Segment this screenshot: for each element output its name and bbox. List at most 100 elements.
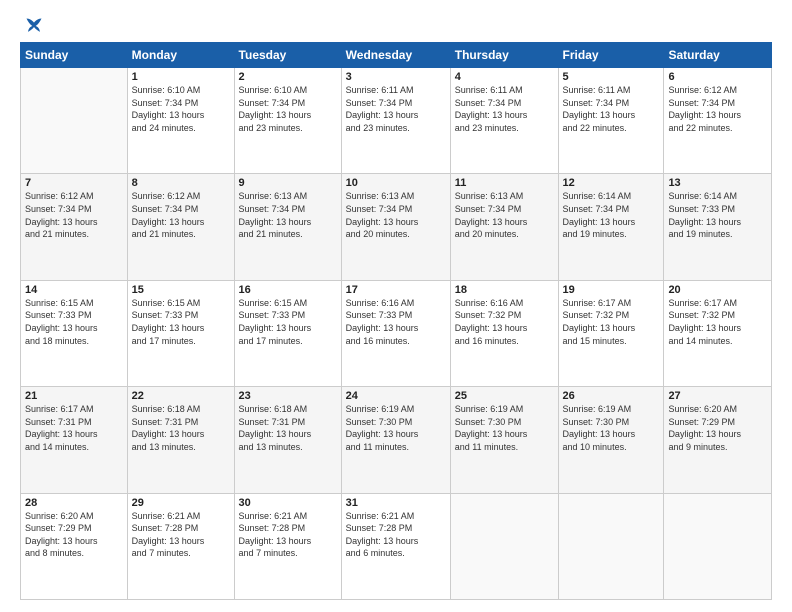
day-info: Sunrise: 6:15 AM Sunset: 7:33 PM Dayligh…	[132, 297, 230, 347]
day-info: Sunrise: 6:12 AM Sunset: 7:34 PM Dayligh…	[132, 190, 230, 240]
day-number: 1	[132, 71, 230, 83]
day-number: 14	[25, 284, 123, 296]
calendar-cell: 30Sunrise: 6:21 AM Sunset: 7:28 PM Dayli…	[234, 493, 341, 599]
day-number: 6	[668, 71, 767, 83]
day-info: Sunrise: 6:16 AM Sunset: 7:32 PM Dayligh…	[455, 297, 554, 347]
day-info: Sunrise: 6:11 AM Sunset: 7:34 PM Dayligh…	[455, 84, 554, 134]
page: SundayMondayTuesdayWednesdayThursdayFrid…	[0, 0, 792, 612]
calendar-cell: 5Sunrise: 6:11 AM Sunset: 7:34 PM Daylig…	[558, 68, 664, 174]
day-number: 9	[239, 177, 337, 189]
day-number: 3	[346, 71, 446, 83]
calendar-cell: 22Sunrise: 6:18 AM Sunset: 7:31 PM Dayli…	[127, 387, 234, 493]
day-info: Sunrise: 6:12 AM Sunset: 7:34 PM Dayligh…	[668, 84, 767, 134]
day-info: Sunrise: 6:13 AM Sunset: 7:34 PM Dayligh…	[455, 190, 554, 240]
day-info: Sunrise: 6:16 AM Sunset: 7:33 PM Dayligh…	[346, 297, 446, 347]
calendar-cell: 7Sunrise: 6:12 AM Sunset: 7:34 PM Daylig…	[21, 174, 128, 280]
day-number: 21	[25, 390, 123, 402]
calendar-cell: 26Sunrise: 6:19 AM Sunset: 7:30 PM Dayli…	[558, 387, 664, 493]
day-number: 22	[132, 390, 230, 402]
calendar-cell: 23Sunrise: 6:18 AM Sunset: 7:31 PM Dayli…	[234, 387, 341, 493]
day-info: Sunrise: 6:17 AM Sunset: 7:32 PM Dayligh…	[668, 297, 767, 347]
weekday-header-friday: Friday	[558, 43, 664, 68]
calendar-cell	[450, 493, 558, 599]
calendar-week-row: 28Sunrise: 6:20 AM Sunset: 7:29 PM Dayli…	[21, 493, 772, 599]
calendar-cell: 28Sunrise: 6:20 AM Sunset: 7:29 PM Dayli…	[21, 493, 128, 599]
day-info: Sunrise: 6:21 AM Sunset: 7:28 PM Dayligh…	[346, 510, 446, 560]
day-number: 20	[668, 284, 767, 296]
day-number: 23	[239, 390, 337, 402]
calendar-cell: 15Sunrise: 6:15 AM Sunset: 7:33 PM Dayli…	[127, 280, 234, 386]
day-info: Sunrise: 6:18 AM Sunset: 7:31 PM Dayligh…	[132, 403, 230, 453]
calendar-cell: 10Sunrise: 6:13 AM Sunset: 7:34 PM Dayli…	[341, 174, 450, 280]
day-number: 28	[25, 497, 123, 509]
day-number: 27	[668, 390, 767, 402]
day-info: Sunrise: 6:11 AM Sunset: 7:34 PM Dayligh…	[563, 84, 660, 134]
day-info: Sunrise: 6:14 AM Sunset: 7:34 PM Dayligh…	[563, 190, 660, 240]
calendar-week-row: 21Sunrise: 6:17 AM Sunset: 7:31 PM Dayli…	[21, 387, 772, 493]
calendar-cell: 16Sunrise: 6:15 AM Sunset: 7:33 PM Dayli…	[234, 280, 341, 386]
calendar-cell: 13Sunrise: 6:14 AM Sunset: 7:33 PM Dayli…	[664, 174, 772, 280]
calendar-cell: 21Sunrise: 6:17 AM Sunset: 7:31 PM Dayli…	[21, 387, 128, 493]
calendar-cell: 17Sunrise: 6:16 AM Sunset: 7:33 PM Dayli…	[341, 280, 450, 386]
day-info: Sunrise: 6:17 AM Sunset: 7:32 PM Dayligh…	[563, 297, 660, 347]
day-number: 11	[455, 177, 554, 189]
calendar-cell: 9Sunrise: 6:13 AM Sunset: 7:34 PM Daylig…	[234, 174, 341, 280]
calendar-week-row: 7Sunrise: 6:12 AM Sunset: 7:34 PM Daylig…	[21, 174, 772, 280]
day-number: 10	[346, 177, 446, 189]
day-info: Sunrise: 6:14 AM Sunset: 7:33 PM Dayligh…	[668, 190, 767, 240]
day-info: Sunrise: 6:18 AM Sunset: 7:31 PM Dayligh…	[239, 403, 337, 453]
day-info: Sunrise: 6:21 AM Sunset: 7:28 PM Dayligh…	[132, 510, 230, 560]
weekday-header-saturday: Saturday	[664, 43, 772, 68]
calendar-cell: 19Sunrise: 6:17 AM Sunset: 7:32 PM Dayli…	[558, 280, 664, 386]
day-number: 16	[239, 284, 337, 296]
day-info: Sunrise: 6:19 AM Sunset: 7:30 PM Dayligh…	[563, 403, 660, 453]
weekday-header-thursday: Thursday	[450, 43, 558, 68]
calendar-week-row: 1Sunrise: 6:10 AM Sunset: 7:34 PM Daylig…	[21, 68, 772, 174]
day-number: 29	[132, 497, 230, 509]
day-number: 12	[563, 177, 660, 189]
calendar-cell	[21, 68, 128, 174]
day-number: 7	[25, 177, 123, 189]
day-info: Sunrise: 6:11 AM Sunset: 7:34 PM Dayligh…	[346, 84, 446, 134]
calendar-cell: 8Sunrise: 6:12 AM Sunset: 7:34 PM Daylig…	[127, 174, 234, 280]
calendar-cell: 27Sunrise: 6:20 AM Sunset: 7:29 PM Dayli…	[664, 387, 772, 493]
calendar-cell	[558, 493, 664, 599]
day-info: Sunrise: 6:10 AM Sunset: 7:34 PM Dayligh…	[132, 84, 230, 134]
day-number: 2	[239, 71, 337, 83]
calendar-cell: 29Sunrise: 6:21 AM Sunset: 7:28 PM Dayli…	[127, 493, 234, 599]
weekday-header-sunday: Sunday	[21, 43, 128, 68]
day-number: 18	[455, 284, 554, 296]
calendar-cell: 3Sunrise: 6:11 AM Sunset: 7:34 PM Daylig…	[341, 68, 450, 174]
logo	[20, 16, 44, 32]
day-number: 24	[346, 390, 446, 402]
weekday-header-monday: Monday	[127, 43, 234, 68]
calendar-cell: 25Sunrise: 6:19 AM Sunset: 7:30 PM Dayli…	[450, 387, 558, 493]
calendar-cell: 18Sunrise: 6:16 AM Sunset: 7:32 PM Dayli…	[450, 280, 558, 386]
day-info: Sunrise: 6:20 AM Sunset: 7:29 PM Dayligh…	[668, 403, 767, 453]
calendar-cell: 4Sunrise: 6:11 AM Sunset: 7:34 PM Daylig…	[450, 68, 558, 174]
day-number: 31	[346, 497, 446, 509]
calendar-cell: 12Sunrise: 6:14 AM Sunset: 7:34 PM Dayli…	[558, 174, 664, 280]
calendar-cell: 31Sunrise: 6:21 AM Sunset: 7:28 PM Dayli…	[341, 493, 450, 599]
calendar-cell: 24Sunrise: 6:19 AM Sunset: 7:30 PM Dayli…	[341, 387, 450, 493]
day-number: 26	[563, 390, 660, 402]
calendar-cell	[664, 493, 772, 599]
day-number: 8	[132, 177, 230, 189]
calendar-week-row: 14 Sunrise: 6:15 AM Sunset: 7:33 PM Dayli…	[21, 280, 772, 386]
day-number: 30	[239, 497, 337, 509]
day-info: Sunrise: 6:15 AM Sunset: 7:33 PM Dayligh…	[239, 297, 337, 347]
calendar-cell: 1Sunrise: 6:10 AM Sunset: 7:34 PM Daylig…	[127, 68, 234, 174]
calendar-table: SundayMondayTuesdayWednesdayThursdayFrid…	[20, 42, 772, 600]
day-number: 19	[563, 284, 660, 296]
calendar-cell: 6Sunrise: 6:12 AM Sunset: 7:34 PM Daylig…	[664, 68, 772, 174]
day-number: 17	[346, 284, 446, 296]
day-info: Sunrise: 6:12 AM Sunset: 7:34 PM Dayligh…	[25, 190, 123, 240]
calendar-cell: 11Sunrise: 6:13 AM Sunset: 7:34 PM Dayli…	[450, 174, 558, 280]
day-info: Sunrise: 6:21 AM Sunset: 7:28 PM Dayligh…	[239, 510, 337, 560]
calendar-cell: 2Sunrise: 6:10 AM Sunset: 7:34 PM Daylig…	[234, 68, 341, 174]
weekday-header-tuesday: Tuesday	[234, 43, 341, 68]
calendar-cell: 20Sunrise: 6:17 AM Sunset: 7:32 PM Dayli…	[664, 280, 772, 386]
calendar-cell: 14Sunrise: 6:15 AM Sunset: 7:33 PM Dayli…	[21, 280, 128, 386]
header	[20, 16, 772, 32]
day-number: 15	[132, 284, 230, 296]
